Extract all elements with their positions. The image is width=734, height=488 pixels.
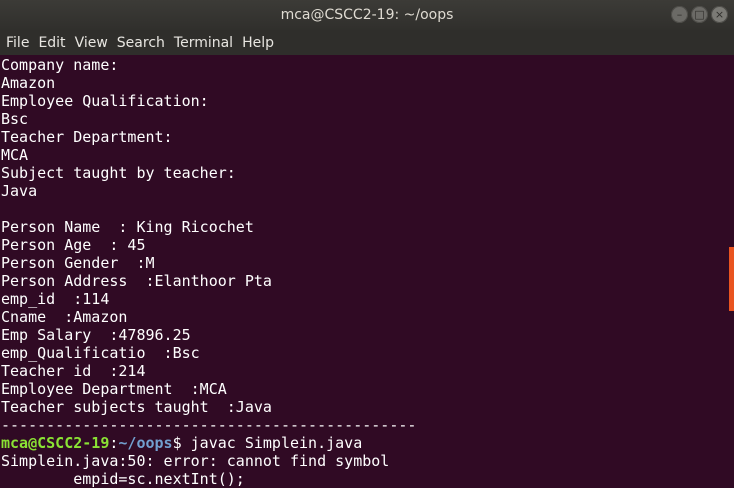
minimize-icon[interactable]: – (671, 6, 688, 23)
error-line: Simplein.java:50: error: cannot find sym… (1, 452, 390, 470)
terminal-line: Amazon (1, 74, 56, 92)
menu-search[interactable]: Search (113, 35, 169, 51)
terminal-line: Employee Department :MCA (1, 380, 227, 398)
terminal-line: Cname :Amazon (1, 308, 128, 326)
terminal-line: Java (1, 182, 38, 200)
terminal-line: Teacher id :214 (1, 362, 146, 380)
terminal-line: Person Age : 45 (1, 236, 146, 254)
menu-help[interactable]: Help (238, 35, 278, 51)
terminal-line: emp_id :114 (1, 290, 110, 308)
terminal-line: Person Gender :M (1, 254, 155, 272)
terminal-output[interactable]: Company name: Amazon Employee Qualificat… (0, 55, 734, 488)
terminal-line: Person Address :Elanthoor Pta (1, 272, 272, 290)
terminal-line: MCA (1, 146, 29, 164)
menu-view[interactable]: View (71, 35, 112, 51)
error-code-line: empid=sc.nextInt(); (1, 470, 245, 488)
terminal-line: Subject taught by teacher: (1, 164, 236, 182)
window-title: mca@CSCC2-19: ~/oops (280, 7, 454, 23)
menu-bar: File Edit View Search Terminal Help (0, 30, 734, 55)
terminal-separator: ----------------------------------------… (1, 416, 417, 434)
terminal-line: Bsc (1, 110, 29, 128)
prompt-command: javac Simplein.java (181, 434, 363, 452)
maximize-icon[interactable]: □ (691, 6, 708, 23)
terminal-line: Company name: (1, 56, 119, 74)
shell-prompt-line: mca@CSCC2-19:~/oops$ javac Simplein.java (1, 434, 362, 452)
menu-file[interactable]: File (2, 35, 33, 51)
terminal-window: mca@CSCC2-19: ~/oops – □ × File Edit Vie… (0, 0, 734, 488)
terminal-line: Teacher subjects taught :Java (1, 398, 272, 416)
window-controls: – □ × (671, 6, 728, 23)
close-icon[interactable]: × (711, 6, 728, 23)
terminal-line: Emp Salary :47896.25 (1, 326, 191, 344)
terminal-line: Teacher Department: (1, 128, 173, 146)
prompt-user-host: mca@CSCC2-19 (1, 434, 110, 452)
menu-edit[interactable]: Edit (34, 35, 69, 51)
prompt-symbol: $ (172, 434, 182, 452)
prompt-path: ~/oops (118, 434, 173, 452)
terminal-line: Employee Qualification: (1, 92, 209, 110)
menu-terminal[interactable]: Terminal (170, 35, 237, 51)
terminal-line: Person Name : King Ricochet (1, 218, 254, 236)
terminal-line: emp_Qualificatio :Bsc (1, 344, 200, 362)
title-bar[interactable]: mca@CSCC2-19: ~/oops – □ × (0, 0, 734, 30)
scrollbar-thumb[interactable] (729, 247, 734, 311)
